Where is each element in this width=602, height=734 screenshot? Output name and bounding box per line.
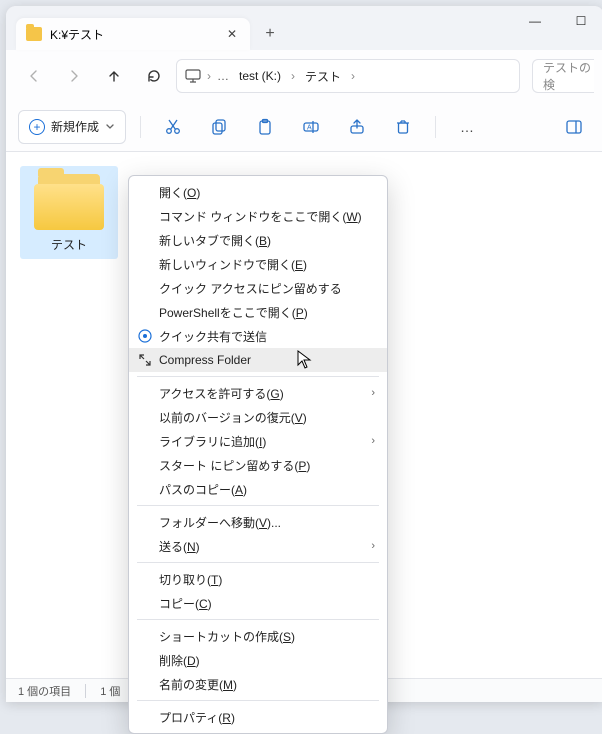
delete-button[interactable] xyxy=(385,109,421,145)
separator xyxy=(137,505,379,506)
up-button[interactable] xyxy=(96,58,132,94)
share-icon xyxy=(137,328,153,344)
ctx-powershell-here[interactable]: PowerShellをここで開く(P) xyxy=(129,300,387,324)
breadcrumb-drive[interactable]: test (K:) xyxy=(235,69,285,83)
rename-button[interactable]: A xyxy=(293,109,329,145)
toolbar: + 新規作成 A … xyxy=(6,102,602,152)
folder-icon xyxy=(34,174,104,230)
ctx-cmd-here[interactable]: コマンド ウィンドウをここで開く(W) xyxy=(129,204,387,228)
separator xyxy=(137,619,379,620)
separator xyxy=(137,562,379,563)
ctx-cut[interactable]: 切り取り(T) xyxy=(129,567,387,591)
chevron-icon: › xyxy=(291,69,295,83)
compress-icon xyxy=(137,352,153,368)
ctx-pin-quick-access[interactable]: クイック アクセスにピン留めする xyxy=(129,276,387,300)
svg-text:A: A xyxy=(307,124,312,131)
search-placeholder: テストの検 xyxy=(543,59,594,93)
active-tab[interactable]: K:¥テスト ✕ xyxy=(16,18,250,50)
details-pane-button[interactable] xyxy=(556,109,592,145)
chevron-right-icon: › xyxy=(371,540,375,552)
titlebar: K:¥テスト ✕ + — ☐ xyxy=(6,6,602,50)
chevron-right-icon: › xyxy=(371,387,375,399)
ctx-copy-path[interactable]: パスのコピー(A) xyxy=(129,477,387,501)
ctx-give-access[interactable]: アクセスを許可する(G)› xyxy=(129,381,387,405)
back-button[interactable] xyxy=(16,58,52,94)
window-controls: — ☐ xyxy=(512,6,602,36)
close-tab-button[interactable]: ✕ xyxy=(224,26,240,42)
breadcrumb-overflow[interactable]: … xyxy=(217,69,229,83)
chevron-down-icon xyxy=(105,122,115,132)
chevron-icon: › xyxy=(207,69,211,83)
ctx-restore-previous[interactable]: 以前のバージョンの復元(V) xyxy=(129,405,387,429)
paste-button[interactable] xyxy=(247,109,283,145)
more-button[interactable]: … xyxy=(450,109,486,145)
minimize-button[interactable]: — xyxy=(512,6,558,36)
separator xyxy=(137,700,379,701)
folder-icon xyxy=(26,27,42,41)
cut-button[interactable] xyxy=(155,109,191,145)
copy-button[interactable] xyxy=(201,109,237,145)
chevron-icon: › xyxy=(351,69,355,83)
search-input[interactable]: テストの検 xyxy=(532,59,594,93)
new-tab-button[interactable]: + xyxy=(254,18,286,50)
ctx-rename[interactable]: 名前の変更(M) xyxy=(129,672,387,696)
selected-count: 1 個 xyxy=(100,683,120,699)
plus-icon: + xyxy=(29,119,45,135)
tab-label: K:¥テスト xyxy=(50,26,224,43)
ctx-pin-start[interactable]: スタート にピン留めする(P) xyxy=(129,453,387,477)
new-button-label: 新規作成 xyxy=(51,118,99,135)
ctx-copy[interactable]: コピー(C) xyxy=(129,591,387,615)
separator xyxy=(85,684,86,698)
ctx-quick-share[interactable]: クイック共有で送信 xyxy=(129,324,387,348)
nav-bar: › … test (K:) › テスト › テストの検 xyxy=(6,50,602,102)
ctx-new-tab[interactable]: 新しいタブで開く(B) xyxy=(129,228,387,252)
ctx-shortcut[interactable]: ショートカットの作成(S) xyxy=(129,624,387,648)
context-menu: 開く(O) コマンド ウィンドウをここで開く(W) 新しいタブで開く(B) 新し… xyxy=(128,175,388,734)
ctx-properties[interactable]: プロパティ(R) xyxy=(129,705,387,729)
refresh-button[interactable] xyxy=(136,58,172,94)
ctx-send-to[interactable]: 送る(N)› xyxy=(129,534,387,558)
ctx-add-library[interactable]: ライブラリに追加(I)› xyxy=(129,429,387,453)
forward-button[interactable] xyxy=(56,58,92,94)
item-count: 1 個の項目 xyxy=(18,683,71,699)
folder-item[interactable]: テスト xyxy=(20,166,118,259)
folder-label: テスト xyxy=(51,236,87,253)
chevron-right-icon: › xyxy=(371,435,375,447)
address-bar[interactable]: › … test (K:) › テスト › xyxy=(176,59,520,93)
ctx-move-to[interactable]: フォルダーへ移動(V)... xyxy=(129,510,387,534)
ctx-open[interactable]: 開く(O) xyxy=(129,180,387,204)
ctx-compress-folder[interactable]: Compress Folder xyxy=(129,348,387,372)
maximize-button[interactable]: ☐ xyxy=(558,6,602,36)
separator xyxy=(137,376,379,377)
new-button[interactable]: + 新規作成 xyxy=(18,110,126,144)
share-button[interactable] xyxy=(339,109,375,145)
pc-icon xyxy=(185,69,201,83)
separator xyxy=(140,116,141,138)
separator xyxy=(435,116,436,138)
ctx-new-window[interactable]: 新しいウィンドウで開く(E) xyxy=(129,252,387,276)
breadcrumb-folder[interactable]: テスト xyxy=(301,68,345,85)
ctx-delete[interactable]: 削除(D) xyxy=(129,648,387,672)
